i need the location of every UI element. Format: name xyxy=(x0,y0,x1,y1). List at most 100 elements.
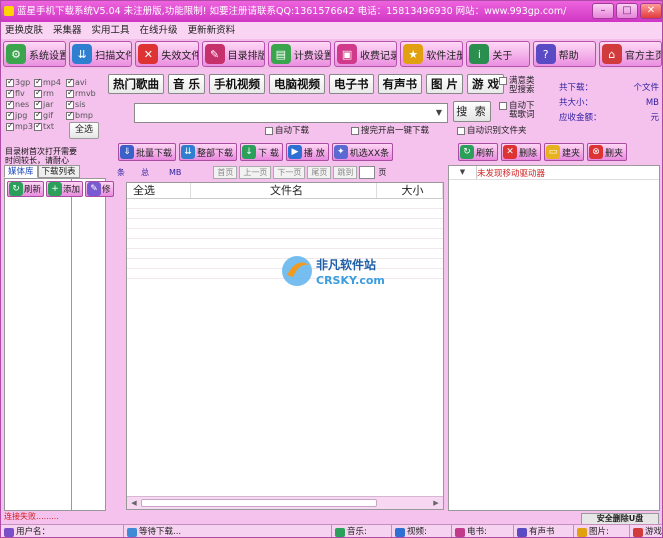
delete-folder-button[interactable]: ⊗ 删夹 xyxy=(587,143,628,161)
last-page-button[interactable]: 尾页 xyxy=(307,165,332,179)
chevron-down-icon[interactable]: ▼ xyxy=(449,166,477,179)
toolbar-register[interactable]: ★ 软件注册 xyxy=(400,41,464,67)
category-mobile-video[interactable]: 手机视频 xyxy=(209,74,266,94)
checkbox[interactable] xyxy=(6,121,14,131)
right-refresh-button[interactable]: ↻ 刷新 xyxy=(458,143,499,161)
checkbox[interactable] xyxy=(457,127,465,135)
toolbar-system-settings[interactable]: ⚙ 系统设置 xyxy=(3,41,67,67)
checkbox[interactable] xyxy=(6,99,14,109)
column-select-all[interactable]: 全选 xyxy=(127,183,191,198)
checkbox[interactable] xyxy=(66,110,74,120)
filetype-nes[interactable]: nes xyxy=(6,99,34,110)
checkbox[interactable] xyxy=(499,77,507,85)
create-folder-button[interactable]: ▭ 建夹 xyxy=(544,143,585,161)
filetype-3gp[interactable]: 3gp xyxy=(6,77,34,88)
random-select-button[interactable]: ✦ 机选XX条 xyxy=(331,143,394,161)
category-pictures[interactable]: 图 片 xyxy=(426,74,464,94)
checkbox[interactable] xyxy=(66,99,74,109)
library-refresh-button[interactable]: ↻ 刷新 xyxy=(7,181,45,197)
tab-media-library[interactable]: 媒体库 xyxy=(4,165,38,178)
checkbox[interactable] xyxy=(351,127,359,135)
menu-online-update[interactable]: 在线升级 xyxy=(140,22,178,39)
column-filename[interactable]: 文件名 xyxy=(191,183,377,198)
filetype-mp4[interactable]: mp4 xyxy=(34,77,66,88)
status-bar: 用户名： 等待下载... 音乐: 视频: 电书: 有声书 图片: 游戏 xyxy=(1,524,662,537)
menu-tools[interactable]: 实用工具 xyxy=(92,22,130,39)
checkbox[interactable] xyxy=(34,77,42,87)
checkbox[interactable] xyxy=(499,102,507,110)
checkbox[interactable] xyxy=(265,127,273,135)
checkbox[interactable] xyxy=(66,77,74,87)
category-music[interactable]: 音 乐 xyxy=(168,74,206,94)
toolbar-homepage[interactable]: ⌂ 官方主页 xyxy=(598,41,662,67)
tab-download-list[interactable]: 下载列表 xyxy=(37,165,80,178)
toolbar-directory-layout[interactable]: ✎ 目录排版 xyxy=(201,41,265,67)
library-add-button[interactable]: + 添加 xyxy=(46,181,84,197)
filetype-jpg[interactable]: jpg xyxy=(6,110,34,121)
minimize-button[interactable]: – xyxy=(592,3,614,19)
filetype-mp3[interactable]: mp3 xyxy=(6,121,34,132)
filetype-gif[interactable]: gif xyxy=(34,110,66,121)
menu-collector[interactable]: 采集器 xyxy=(53,22,82,39)
checkbox[interactable] xyxy=(34,88,42,98)
checkbox[interactable] xyxy=(34,99,42,109)
filetype-avi[interactable]: avi xyxy=(66,77,98,88)
toolbar-scan-files[interactable]: ⇊ 扫描文件 xyxy=(69,41,133,67)
auto-detect-folder-checkbox[interactable]: 自动识别文件夹 xyxy=(457,127,527,136)
suggest-search-checkbox[interactable]: 满意类型搜索 xyxy=(499,77,539,95)
add-icon: + xyxy=(48,182,63,196)
checkbox[interactable] xyxy=(6,88,14,98)
toolbar-about[interactable]: i 关于 xyxy=(466,41,530,67)
column-size[interactable]: 大小 xyxy=(377,183,443,198)
toolbar-charge-records[interactable]: ▣ 收费记录 xyxy=(334,41,398,67)
filetype-flv[interactable]: flv xyxy=(6,88,34,99)
checkbox[interactable] xyxy=(6,110,14,120)
menu-change-skin[interactable]: 更换皮肤 xyxy=(5,22,43,39)
prev-page-button[interactable]: 上一页 xyxy=(239,165,272,179)
filetype-sis[interactable]: sis xyxy=(66,99,98,110)
menu-update-data[interactable]: 更新新资料 xyxy=(188,22,236,39)
auto-download-lyrics-checkbox[interactable]: 自动下载歌词 xyxy=(499,102,541,120)
auto-download-checkbox[interactable]: 自动下载 xyxy=(265,127,309,136)
filetype-txt[interactable]: txt xyxy=(34,121,66,132)
left-panel-buttons: ↻ 刷新 + 添加 ✎ 修 xyxy=(7,181,114,197)
scroll-right-icon[interactable]: ▶ xyxy=(430,497,442,509)
maximize-button[interactable]: □ xyxy=(616,3,638,19)
toolbar-billing-settings[interactable]: ▤ 计费设置 xyxy=(267,41,332,67)
first-page-button[interactable]: 首页 xyxy=(213,165,238,179)
filetype-rmvb[interactable]: rmvb xyxy=(66,88,98,99)
whole-download-button[interactable]: ⇊ 整部下载 xyxy=(179,143,238,161)
filetype-jar[interactable]: jar xyxy=(34,99,66,110)
checkbox[interactable] xyxy=(6,77,14,87)
checkbox[interactable] xyxy=(34,110,42,120)
filetype-bmp[interactable]: bmp xyxy=(66,110,98,121)
one-click-download-checkbox[interactable]: 搜完开启一键下载 xyxy=(351,127,429,136)
select-all-types-button[interactable]: 全选 xyxy=(69,122,99,139)
jump-page-button[interactable]: 跳到 xyxy=(333,165,358,179)
category-pc-video[interactable]: 电脑视频 xyxy=(269,74,326,94)
toolbar-invalid-files[interactable]: ✕ 失效文件 xyxy=(135,41,199,67)
chevron-down-icon[interactable]: ▼ xyxy=(431,104,447,122)
checkbox[interactable] xyxy=(34,121,42,131)
search-combobox[interactable]: ▼ xyxy=(134,103,448,123)
search-button[interactable]: 搜 索 xyxy=(453,101,491,122)
remove-folder-icon: ⊗ xyxy=(589,145,604,159)
play-button[interactable]: ▶ 播 放 xyxy=(285,143,329,161)
download-button[interactable]: ↓ 下 载 xyxy=(240,143,283,161)
next-page-button[interactable]: 下一页 xyxy=(273,165,306,179)
toolbar-help[interactable]: ? 帮助 xyxy=(532,41,596,67)
scroll-left-icon[interactable]: ◀ xyxy=(128,497,140,509)
right-delete-button[interactable]: ✕ 删除 xyxy=(501,143,542,161)
device-dropdown[interactable]: ▼ 未发现移动驱动器 xyxy=(449,166,659,180)
category-ebook[interactable]: 电子书 xyxy=(329,74,374,94)
batch-download-button[interactable]: ⇓ 批量下载 xyxy=(118,143,177,161)
search-input[interactable] xyxy=(135,104,431,122)
category-audiobook[interactable]: 有声书 xyxy=(377,74,423,94)
category-hot-songs[interactable]: 热门歌曲 xyxy=(108,74,164,94)
filetype-rm[interactable]: rm xyxy=(34,88,66,99)
horizontal-scrollbar[interactable]: ◀ ▶ xyxy=(127,496,443,509)
close-button[interactable]: ✕ xyxy=(640,3,662,19)
page-number-input[interactable] xyxy=(359,165,376,179)
scroll-thumb[interactable] xyxy=(141,499,377,507)
checkbox[interactable] xyxy=(66,88,74,98)
